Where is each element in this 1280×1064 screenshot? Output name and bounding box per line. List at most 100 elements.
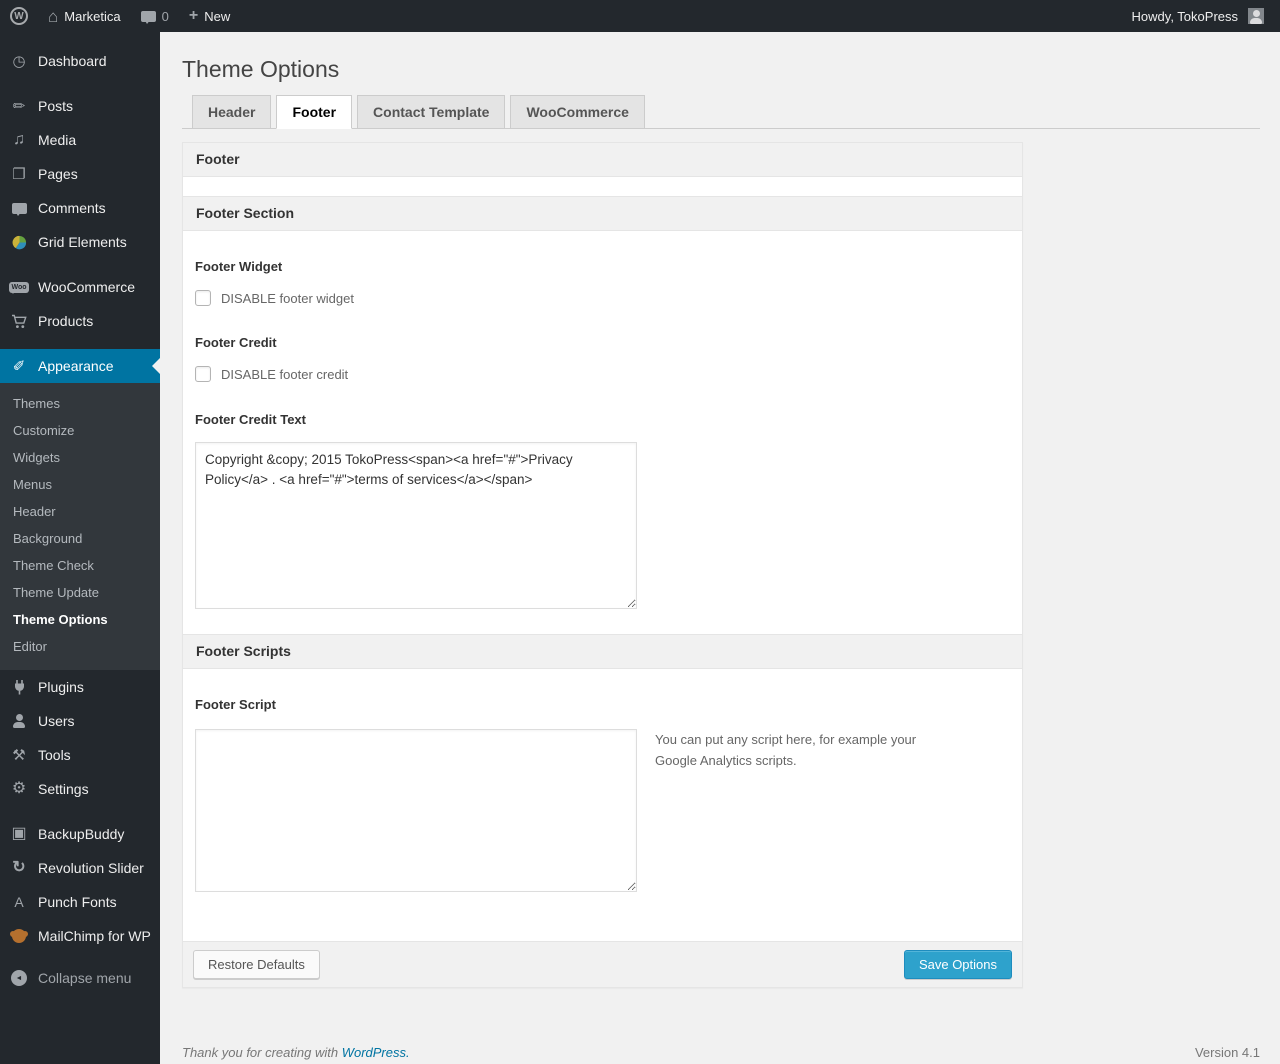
footer-credit-text-textarea[interactable]: Copyright &copy; 2015 TokoPress<span><a …	[195, 442, 637, 609]
footer-credit-label: Footer Credit	[195, 335, 277, 350]
sidebar-item-label: Comments	[38, 200, 106, 216]
media-icon	[8, 132, 30, 148]
home-icon	[48, 8, 58, 25]
tab-header[interactable]: Header	[192, 95, 272, 129]
appearance-submenu: Themes Customize Widgets Menus Header Ba…	[0, 383, 160, 670]
sidebar-item-woocommerce[interactable]: Woo WooCommerce	[0, 270, 160, 304]
admin-sidebar: Dashboard Posts Media Pages Comments	[0, 32, 160, 1064]
sidebar-item-label: BackupBuddy	[38, 826, 125, 842]
disable-footer-credit-label: DISABLE footer credit	[221, 366, 349, 382]
new-content-menu[interactable]: New	[179, 0, 240, 32]
sidebar-item-media[interactable]: Media	[0, 123, 160, 157]
footer-script-row: You can put any script here, for example…	[195, 729, 1010, 892]
sidebar-item-mailchimp[interactable]: MailChimp for WP	[0, 919, 160, 953]
avatar	[1248, 8, 1264, 24]
sidebar-item-settings[interactable]: Settings	[0, 772, 160, 806]
footer-credit-checkbox-row: DISABLE footer credit	[195, 366, 1010, 382]
howdy-label: Howdy, TokoPress	[1131, 8, 1238, 24]
account-menu[interactable]: Howdy, TokoPress	[1122, 0, 1274, 32]
wordpress-logo-menu[interactable]	[0, 0, 38, 32]
save-options-button[interactable]: Save Options	[903, 950, 1012, 979]
submenu-item-editor[interactable]: Editor	[0, 633, 160, 660]
comments-link[interactable]: 0	[131, 0, 179, 32]
sidebar-item-posts[interactable]: Posts	[0, 89, 160, 123]
submenu-item-background[interactable]: Background	[0, 525, 160, 552]
panel-footer: Restore Defaults Save Options	[183, 941, 1022, 987]
sidebar-item-label: MailChimp for WP	[38, 928, 151, 944]
menu-separator	[0, 78, 160, 89]
sidebar-item-label: Posts	[38, 98, 74, 114]
footer-scripts-header: Footer Scripts	[183, 634, 1022, 669]
sidebar-item-label: Products	[38, 313, 94, 329]
menu-separator	[0, 338, 160, 349]
backup-drive-icon	[8, 826, 30, 842]
page-footer: Thank you for creating with WordPress. V…	[182, 1045, 1260, 1060]
sidebar-item-appearance[interactable]: Appearance	[0, 349, 160, 383]
sidebar-item-label: Settings	[38, 781, 89, 797]
comments-bubble-icon	[140, 10, 156, 24]
sidebar-item-products[interactable]: Products	[0, 304, 160, 338]
footer-script-textarea[interactable]	[195, 729, 637, 892]
sidebar-item-label: Revolution Slider	[38, 860, 144, 876]
submenu-item-header[interactable]: Header	[0, 498, 160, 525]
submenu-item-themes[interactable]: Themes	[0, 390, 160, 417]
sidebar-item-tools[interactable]: Tools	[0, 738, 160, 772]
sidebar-item-label: Grid Elements	[38, 234, 127, 250]
wordpress-logo-icon	[10, 7, 28, 25]
grid-elements-icon	[8, 235, 30, 250]
panel-body: Footer Widget DISABLE footer widget Foot…	[183, 231, 1022, 609]
settings-icon	[8, 781, 30, 797]
person-icon	[8, 713, 30, 729]
footer-widget-checkbox-row: DISABLE footer widget	[195, 290, 1010, 306]
site-name-link[interactable]: Marketica	[38, 0, 131, 32]
thanks-text: Thank you for creating with WordPress.	[182, 1045, 410, 1060]
comments-count: 0	[161, 8, 169, 24]
collapse-arrow-icon	[8, 970, 30, 986]
submenu-item-menus[interactable]: Menus	[0, 471, 160, 498]
menu-separator	[0, 953, 160, 961]
nav-tabs: Header Footer Contact Template WooCommerce	[182, 94, 1260, 129]
wordpress-link[interactable]: WordPress.	[342, 1045, 410, 1060]
sidebar-item-dashboard[interactable]: Dashboard	[0, 44, 160, 78]
submenu-item-theme-options[interactable]: Theme Options	[0, 606, 160, 633]
tab-footer[interactable]: Footer	[276, 95, 353, 129]
sidebar-item-revolution-slider[interactable]: Revolution Slider	[0, 851, 160, 885]
version-label: Version 4.1	[1194, 1045, 1260, 1060]
sidebar-item-plugins[interactable]: Plugins	[0, 670, 160, 704]
footer-widget-label: Footer Widget	[195, 259, 283, 274]
sidebar-item-grid-elements[interactable]: Grid Elements	[0, 225, 160, 259]
footer-script-hint: You can put any script here, for example…	[655, 732, 917, 768]
menu-separator	[0, 259, 160, 270]
submenu-item-theme-check[interactable]: Theme Check	[0, 552, 160, 579]
sidebar-item-collapse-menu[interactable]: Collapse menu	[0, 961, 160, 995]
sidebar-item-comments[interactable]: Comments	[0, 191, 160, 225]
disable-footer-credit-checkbox[interactable]	[195, 366, 211, 382]
footer-credit-text-label: Footer Credit Text	[195, 412, 306, 427]
disable-footer-widget-label: DISABLE footer widget	[221, 290, 354, 306]
menu-separator	[0, 806, 160, 817]
sidebar-item-label: Pages	[38, 166, 78, 182]
footer-script-label: Footer Script	[195, 697, 276, 712]
site-name-label: Marketica	[64, 8, 121, 24]
panel-header: Footer	[183, 143, 1022, 177]
sidebar-item-label: Collapse menu	[38, 970, 132, 986]
restore-defaults-button[interactable]: Restore Defaults	[193, 950, 320, 979]
tab-woocommerce[interactable]: WooCommerce	[510, 95, 645, 129]
sidebar-item-label: Dashboard	[38, 53, 107, 69]
admin-bar: Marketica 0 New Howdy, TokoPress	[0, 0, 1280, 32]
sidebar-item-label: Tools	[38, 747, 71, 763]
submenu-item-customize[interactable]: Customize	[0, 417, 160, 444]
disable-footer-widget-checkbox[interactable]	[195, 290, 211, 306]
sidebar-item-backupbuddy[interactable]: BackupBuddy	[0, 817, 160, 851]
submenu-item-theme-update[interactable]: Theme Update	[0, 579, 160, 606]
submenu-item-widgets[interactable]: Widgets	[0, 444, 160, 471]
sidebar-item-punch-fonts[interactable]: Punch Fonts	[0, 885, 160, 919]
letter-a-icon	[8, 895, 30, 909]
sidebar-item-pages[interactable]: Pages	[0, 157, 160, 191]
paintbrush-icon	[8, 359, 30, 374]
sidebar-item-label: WooCommerce	[38, 279, 135, 295]
tab-contact-template[interactable]: Contact Template	[357, 95, 506, 129]
panel-gap	[183, 177, 1022, 196]
admin-bar-right: Howdy, TokoPress	[1122, 0, 1280, 32]
sidebar-item-users[interactable]: Users	[0, 704, 160, 738]
